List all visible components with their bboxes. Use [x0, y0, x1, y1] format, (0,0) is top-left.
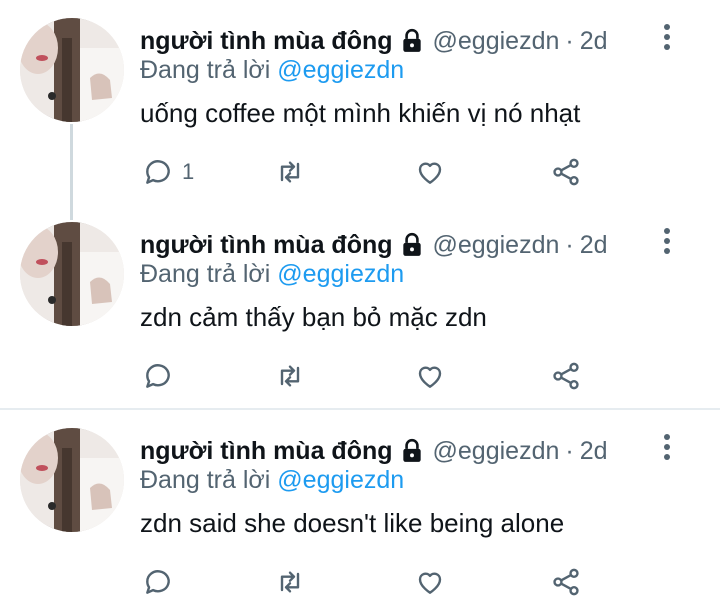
replying-to-handle[interactable]: @eggiezdn — [277, 56, 404, 84]
reply-button[interactable] — [142, 562, 182, 602]
handle[interactable]: @eggiezdn — [433, 437, 560, 466]
tweet-header: người tình mùa đông @eggiezdn · 2d — [140, 434, 640, 468]
more-icon[interactable] — [662, 24, 672, 54]
tweet[interactable]: người tình mùa đông @eggiezdn · 2d Đang … — [0, 204, 720, 408]
lock-icon — [402, 232, 421, 256]
replying-to-label: Đang trả lời — [140, 260, 271, 288]
retweet-icon — [280, 161, 300, 183]
handle[interactable]: @eggiezdn — [433, 231, 560, 260]
tweet[interactable]: người tình mùa đông @eggiezdn · 2d Đang … — [0, 410, 720, 606]
reply-button[interactable]: 1 — [142, 152, 194, 192]
display-name[interactable]: người tình mùa đông — [140, 27, 393, 56]
tweet-actions — [140, 356, 600, 396]
like-button[interactable] — [414, 356, 446, 396]
reply-icon — [146, 570, 170, 594]
replying-to-label: Đang trả lời — [140, 466, 271, 494]
retweet-button[interactable] — [274, 152, 306, 192]
separator-dot: · — [565, 436, 574, 465]
like-icon — [418, 162, 442, 184]
display-name[interactable]: người tình mùa đông — [140, 231, 393, 260]
avatar[interactable] — [20, 222, 124, 326]
replying-to-handle[interactable]: @eggiezdn — [277, 260, 404, 288]
separator-dot: · — [565, 26, 574, 55]
like-icon — [418, 572, 442, 594]
tweet[interactable]: người tình mùa đông @eggiezdn · 2d Đang … — [0, 0, 720, 200]
avatar[interactable] — [20, 18, 124, 122]
replying-to: Đang trả lời @eggiezdn — [140, 466, 404, 495]
share-button[interactable] — [550, 152, 582, 192]
lock-icon — [402, 28, 421, 52]
tweet-header: người tình mùa đông @eggiezdn · 2d — [140, 228, 640, 262]
avatar[interactable] — [20, 428, 124, 532]
retweet-icon — [280, 365, 300, 387]
handle[interactable]: @eggiezdn — [433, 27, 560, 56]
lock-icon — [402, 438, 421, 462]
timestamp[interactable]: 2d — [580, 27, 608, 56]
tweet-text: zdn said she doesn't like being alone — [140, 508, 565, 538]
like-button[interactable] — [414, 562, 446, 602]
reply-icon — [146, 364, 170, 388]
timestamp[interactable]: 2d — [580, 437, 608, 466]
reply-button[interactable] — [142, 356, 182, 396]
retweet-button[interactable] — [274, 562, 306, 602]
share-icon — [553, 362, 579, 390]
share-icon — [553, 158, 579, 186]
replying-to: Đang trả lời @eggiezdn — [140, 260, 404, 289]
reply-count: 1 — [182, 159, 195, 184]
tweet-actions — [140, 562, 600, 602]
reply-icon — [146, 160, 170, 184]
replying-to-handle[interactable]: @eggiezdn — [277, 466, 404, 494]
tweet-text: uống coffee một mình khiến vị nó nhạt — [140, 98, 581, 128]
tweet-header: người tình mùa đông @eggiezdn · 2d — [140, 24, 640, 58]
retweet-icon — [280, 571, 300, 593]
share-button[interactable] — [550, 562, 582, 602]
display-name[interactable]: người tình mùa đông — [140, 437, 393, 466]
retweet-button[interactable] — [274, 356, 306, 396]
more-icon[interactable] — [662, 228, 672, 258]
share-icon — [553, 568, 579, 596]
share-button[interactable] — [550, 356, 582, 396]
timestamp[interactable]: 2d — [580, 231, 608, 260]
like-button[interactable] — [414, 152, 446, 192]
replying-to: Đang trả lời @eggiezdn — [140, 56, 404, 85]
more-icon[interactable] — [662, 434, 672, 464]
tweet-text: zdn cảm thấy bạn bỏ mặc zdn — [140, 302, 487, 332]
replying-to-label: Đang trả lời — [140, 56, 271, 84]
timeline: người tình mùa đông @eggiezdn · 2d Đang … — [0, 0, 720, 606]
tweet-actions: 1 — [140, 152, 600, 192]
like-icon — [418, 366, 442, 388]
separator-dot: · — [565, 230, 574, 259]
